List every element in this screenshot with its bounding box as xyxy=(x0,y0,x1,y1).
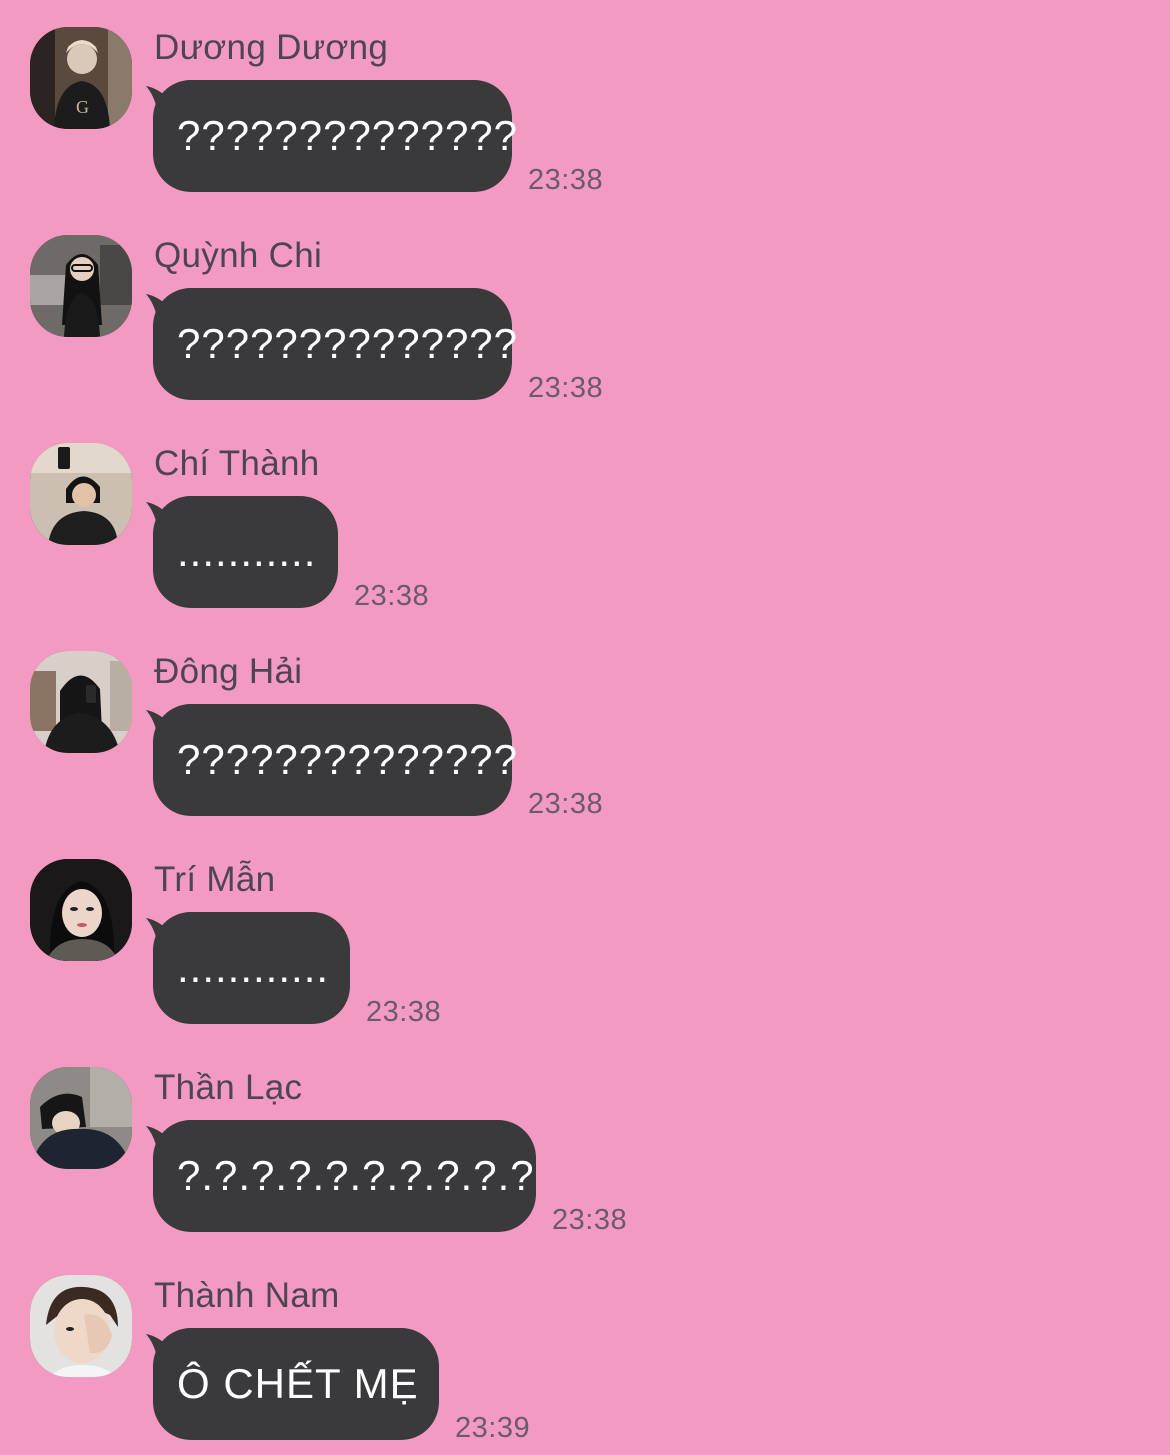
sender-name: Chí Thành xyxy=(154,444,320,483)
avatar-photo-icon xyxy=(30,235,132,337)
avatar[interactable] xyxy=(30,1275,132,1377)
message-text: ?????????????? xyxy=(177,736,519,783)
sender-name: Quỳnh Chi xyxy=(154,236,323,275)
message-text: ?????????????? xyxy=(177,320,519,367)
message-row: Quỳnh Chi ?????????????? 23:38 xyxy=(0,208,1170,408)
avatar-photo-icon xyxy=(30,651,132,753)
message-time: 23:38 xyxy=(366,996,442,1028)
message-time: 23:38 xyxy=(528,164,604,196)
message-row: Thần Lạc ?.?.?.?.?.?.?.?.?.? 23:38 xyxy=(0,1040,1170,1240)
message-row: Trí Mẫn ............ 23:38 xyxy=(0,832,1170,1032)
sender-name: Thần Lạc xyxy=(154,1068,303,1107)
message-text: Ô CHẾT MẸ xyxy=(177,1360,419,1407)
message-row: Đông Hải ?????????????? 23:38 xyxy=(0,624,1170,824)
chat-message-list: G Dương Dương ?????????????? 23:38 Quỳnh… xyxy=(0,0,1170,1455)
message-time: 23:39 xyxy=(455,1412,531,1444)
message-text: ........... xyxy=(177,528,317,575)
avatar[interactable] xyxy=(30,1067,132,1169)
message-text: ?????????????? xyxy=(177,112,519,159)
avatar[interactable] xyxy=(30,859,132,961)
message-text: ............ xyxy=(177,944,330,991)
message-row: Chí Thành ........... 23:38 xyxy=(0,416,1170,616)
message-bubble[interactable]: ?????????????? xyxy=(153,288,517,400)
message-bubble[interactable]: ?????????????? xyxy=(153,704,517,816)
sender-name: Dương Dương xyxy=(154,28,389,67)
message-bubble[interactable]: ?.?.?.?.?.?.?.?.?.? xyxy=(153,1120,536,1232)
avatar-photo-icon xyxy=(30,1067,132,1169)
message-bubble[interactable]: Ô CHẾT MẸ xyxy=(153,1328,439,1440)
avatar[interactable] xyxy=(30,235,132,337)
message-row: G Dương Dương ?????????????? 23:38 xyxy=(0,0,1170,200)
svg-text:G: G xyxy=(76,97,89,117)
message-bubble[interactable]: ?????????????? xyxy=(153,80,517,192)
sender-name: Trí Mẫn xyxy=(154,860,276,899)
avatar-photo-icon xyxy=(30,859,132,961)
message-time: 23:38 xyxy=(552,1204,628,1236)
message-bubble[interactable]: ............ xyxy=(153,912,350,1024)
avatar-photo-icon xyxy=(30,443,132,545)
message-time: 23:38 xyxy=(528,372,604,404)
avatar[interactable]: G xyxy=(30,27,132,129)
message-bubble[interactable]: ........... xyxy=(153,496,338,608)
sender-name: Đông Hải xyxy=(154,652,303,691)
sender-name: Thành Nam xyxy=(154,1276,340,1315)
avatar[interactable] xyxy=(30,651,132,753)
message-text: ?.?.?.?.?.?.?.?.?.? xyxy=(177,1152,535,1199)
message-row: Thành Nam Ô CHẾT MẸ 23:39 xyxy=(0,1248,1170,1448)
avatar-photo-icon xyxy=(30,1275,132,1377)
avatar[interactable] xyxy=(30,443,132,545)
message-time: 23:38 xyxy=(354,580,430,612)
avatar-photo-icon: G xyxy=(30,27,132,129)
message-time: 23:38 xyxy=(528,788,604,820)
